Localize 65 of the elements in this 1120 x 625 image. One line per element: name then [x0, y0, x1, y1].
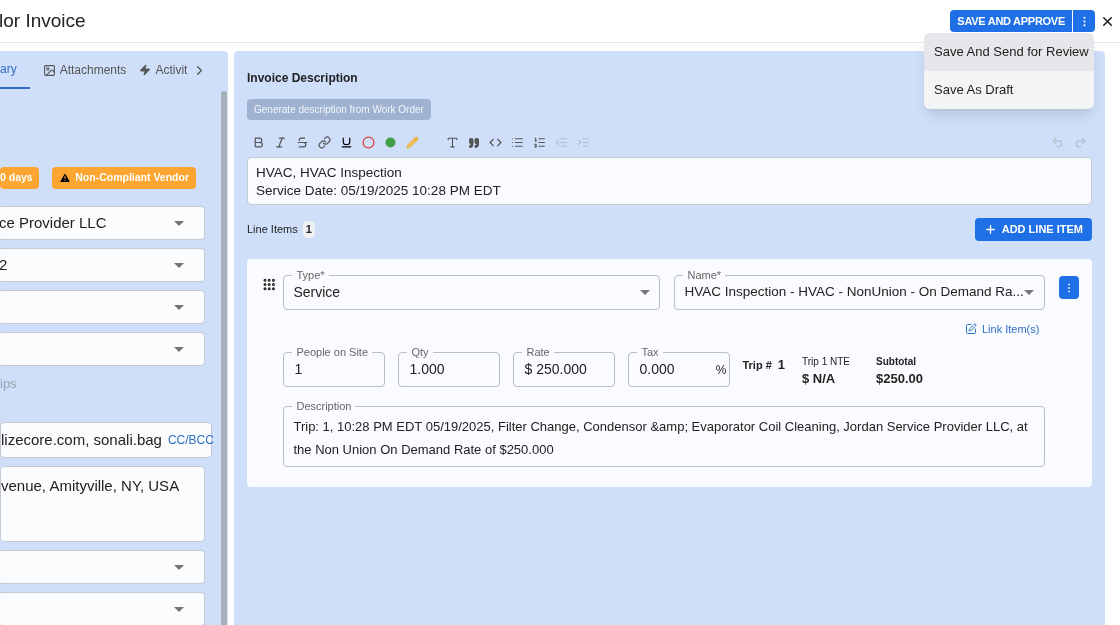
- link-items-link[interactable]: Link Item(s): [965, 321, 1040, 338]
- strikethrough-icon[interactable]: [296, 136, 309, 149]
- underline-icon[interactable]: [340, 136, 353, 149]
- dropdown-caret-icon: [174, 346, 184, 352]
- email-field[interactable]: lizecore.com, sonali.bag CC/BCC: [0, 422, 212, 458]
- address-field[interactable]: venue, Amityville, NY, USA: [0, 466, 205, 542]
- hint-text: ips: [0, 375, 17, 393]
- warning-icon: [59, 172, 72, 184]
- numbered-list-icon[interactable]: [533, 136, 546, 149]
- status-badge: 0 days: [0, 167, 39, 189]
- select-field[interactable]: ce Provider LLC: [0, 206, 205, 240]
- circle-outline-icon[interactable]: [362, 136, 375, 149]
- quote-icon[interactable]: [468, 136, 480, 149]
- field-label: Name*: [683, 268, 726, 282]
- page-title: lor Invoice: [0, 8, 86, 33]
- status-badge: Non-Compliant Vendor: [52, 167, 196, 189]
- drag-handle-icon[interactable]: [262, 276, 277, 293]
- field-label: Description: [292, 399, 356, 413]
- count-badge: 1: [302, 221, 315, 238]
- select-field[interactable]: [0, 550, 205, 584]
- trip-value: 1: [777, 356, 786, 374]
- item-options-button[interactable]: [1059, 276, 1079, 299]
- dropdown-caret-icon: [174, 304, 184, 310]
- scrollbar[interactable]: [221, 91, 227, 625]
- more-options-button[interactable]: [1073, 10, 1095, 32]
- bullet-list-icon[interactable]: [511, 136, 524, 149]
- add-line-item-button[interactable]: ADD LINE ITEM: [974, 218, 1092, 241]
- filled-circle-icon[interactable]: [384, 136, 397, 149]
- select-field[interactable]: [0, 592, 205, 625]
- select-field[interactable]: [0, 290, 205, 324]
- dropdown-caret-icon: [1023, 290, 1034, 295]
- section-title: Invoice Description: [247, 70, 359, 87]
- nte-label: Trip 1 NTE: [802, 354, 850, 369]
- edit-icon: [965, 323, 977, 336]
- bolt-icon: [139, 64, 152, 76]
- cc-bcc-link[interactable]: CC/BCC: [167, 431, 214, 449]
- field-label: Qty: [407, 345, 433, 360]
- field-label: People on Site: [292, 345, 372, 360]
- dropdown-caret-icon: [640, 290, 651, 295]
- panel-tab[interactable]: ary: [0, 51, 30, 89]
- nte-value: $ N/A: [802, 369, 837, 388]
- menu-item[interactable]: Save As Draft: [924, 71, 1094, 109]
- description-editor[interactable]: HVAC, HVAC Inspection Service Date: 05/19/2025 10:28 PM EDT: [247, 157, 1092, 205]
- select-field[interactable]: 2: [0, 248, 205, 282]
- trip-label: Trip #: [742, 357, 772, 373]
- save-and-approve-button[interactable]: SAVE AND APPROVE: [950, 10, 1072, 32]
- menu-item[interactable]: Save And Send for Review: [924, 33, 1094, 71]
- dropdown-caret-icon: [174, 262, 184, 268]
- image-icon: [42, 63, 56, 77]
- italic-icon[interactable]: [274, 136, 287, 149]
- panel-tab[interactable]: Attachments: [42, 51, 127, 89]
- panel-tab[interactable]: Activit: [139, 51, 188, 89]
- subtotal-value: $250.00: [876, 369, 923, 388]
- code-icon[interactable]: [489, 136, 502, 149]
- select-field[interactable]: [0, 332, 205, 366]
- dropdown-caret-icon: [174, 606, 184, 612]
- bold-icon[interactable]: [252, 136, 265, 149]
- link-icon[interactable]: [318, 136, 331, 149]
- line-items-label: Line Items: [247, 222, 298, 238]
- field-label: Type*: [292, 268, 329, 282]
- dropdown-caret-icon: [174, 220, 184, 226]
- subtotal-label: Subtotal: [876, 354, 917, 369]
- text-size-icon[interactable]: [446, 136, 459, 149]
- dropdown-caret-icon: [174, 564, 184, 570]
- plus-icon: [983, 223, 997, 236]
